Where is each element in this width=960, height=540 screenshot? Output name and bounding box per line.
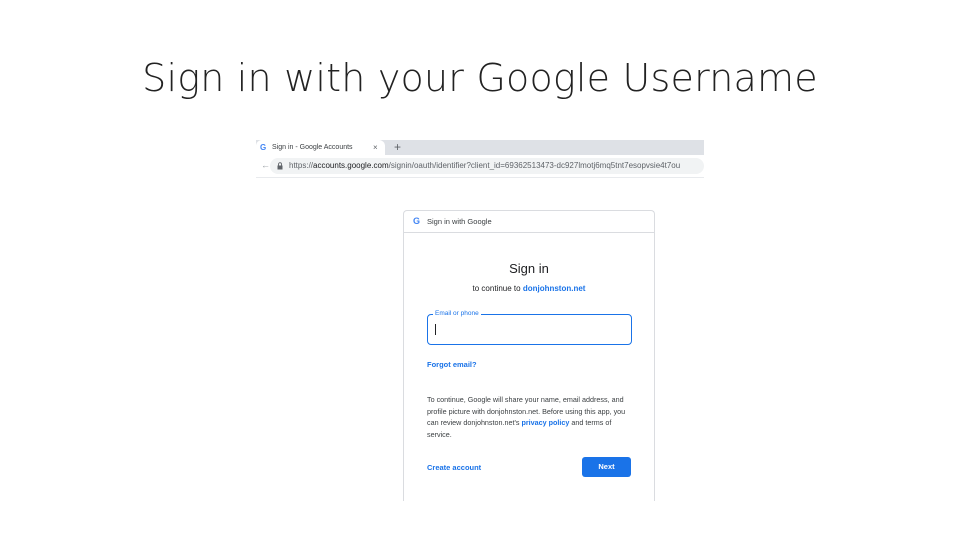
url-field[interactable]: https://accounts.google.com/signin/oauth…: [270, 158, 704, 174]
signin-subtitle: to continue to donjohnston.net: [404, 284, 654, 293]
signin-card: G Sign in with Google Sign in to continu…: [403, 210, 655, 501]
tab-strip: G Sign in - Google Accounts × +: [256, 140, 704, 155]
browser-window: G Sign in - Google Accounts × + ← https:…: [256, 140, 704, 178]
subtitle-prefix: to continue to: [472, 284, 521, 293]
continue-site-link[interactable]: donjohnston.net: [523, 284, 586, 293]
url-host: accounts.google.com: [313, 161, 389, 170]
text-cursor: [435, 324, 436, 335]
back-arrow-icon[interactable]: ←: [261, 160, 270, 171]
new-tab-icon[interactable]: +: [394, 140, 401, 154]
close-tab-icon[interactable]: ×: [373, 142, 378, 153]
privacy-policy-link[interactable]: privacy policy: [521, 418, 569, 427]
tab-title: Sign in - Google Accounts: [272, 144, 353, 151]
google-favicon-icon: G: [260, 143, 267, 152]
url-scheme: https://: [289, 161, 314, 170]
slide-title: Sign in with your Google Username: [142, 56, 818, 100]
signin-heading: Sign in: [509, 261, 549, 276]
next-button[interactable]: Next: [582, 457, 631, 477]
consent-text: To continue, Google will share your name…: [427, 394, 632, 440]
email-field-label: Email or phone: [433, 309, 481, 318]
card-header-label: Sign in with Google: [427, 217, 492, 226]
address-bar: ← https://accounts.google.com/signin/oau…: [256, 155, 704, 178]
email-field[interactable]: Email or phone: [427, 309, 632, 345]
forgot-email-link[interactable]: Forgot email?: [427, 360, 477, 369]
google-g-icon: G: [413, 216, 421, 226]
url-path: /signin/oauth/identifier?client_id=69362…: [388, 161, 681, 170]
browser-tab[interactable]: G Sign in - Google Accounts ×: [256, 140, 385, 155]
create-account-link[interactable]: Create account: [427, 463, 481, 472]
card-header: G Sign in with Google: [404, 211, 654, 233]
url-text: https://accounts.google.com/signin/oauth…: [289, 161, 680, 171]
lock-icon: [277, 162, 283, 170]
